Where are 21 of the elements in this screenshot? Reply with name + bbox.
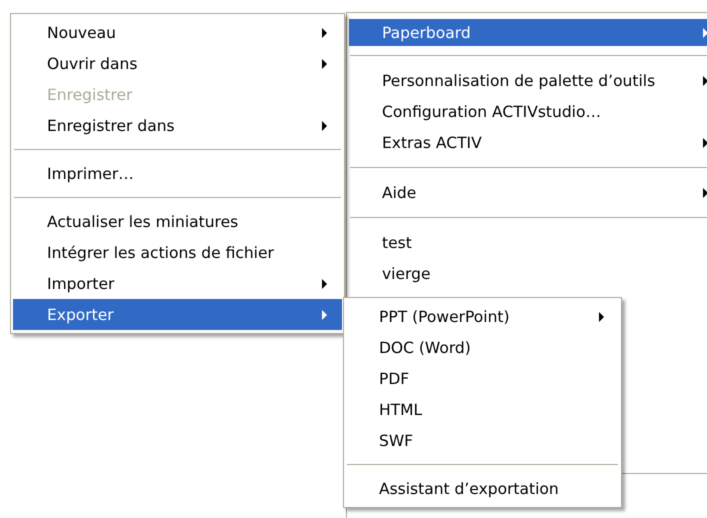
menu-item[interactable]: Configuration ACTIVstudio… [349, 96, 707, 127]
menu-item[interactable]: Ouvrir dans [13, 48, 342, 79]
menu-item[interactable]: Personnalisation de palette d’outils [349, 65, 707, 96]
menu-item[interactable]: Importer [13, 268, 342, 299]
menu-item[interactable]: Aide [349, 177, 707, 208]
menu-item[interactable]: Enregistrer dans [13, 110, 342, 141]
menu-item[interactable]: Exporter [13, 299, 342, 330]
menu-item[interactable]: DOC (Word) [346, 332, 619, 363]
menu-item[interactable]: Paperboard [349, 19, 707, 46]
menu-item[interactable]: test [349, 227, 707, 258]
menu-item[interactable]: PPT (PowerPoint) [346, 301, 619, 332]
menu-item[interactable]: Imprimer… [13, 158, 342, 189]
menu-item[interactable]: vierge [349, 258, 707, 289]
menu-item[interactable]: Extras ACTIV [349, 127, 707, 158]
menu-item[interactable]: PDF [346, 363, 619, 394]
menu-item[interactable]: Intégrer les actions de fichier [13, 237, 342, 268]
menu-item[interactable]: Nouveau [13, 17, 342, 48]
menu-item[interactable]: Assistant d’exportation [346, 473, 619, 504]
menu-item[interactable]: Actualiser les miniatures [13, 206, 342, 237]
menu-item[interactable]: SWF [346, 425, 619, 456]
menu-item[interactable]: HTML [346, 394, 619, 425]
